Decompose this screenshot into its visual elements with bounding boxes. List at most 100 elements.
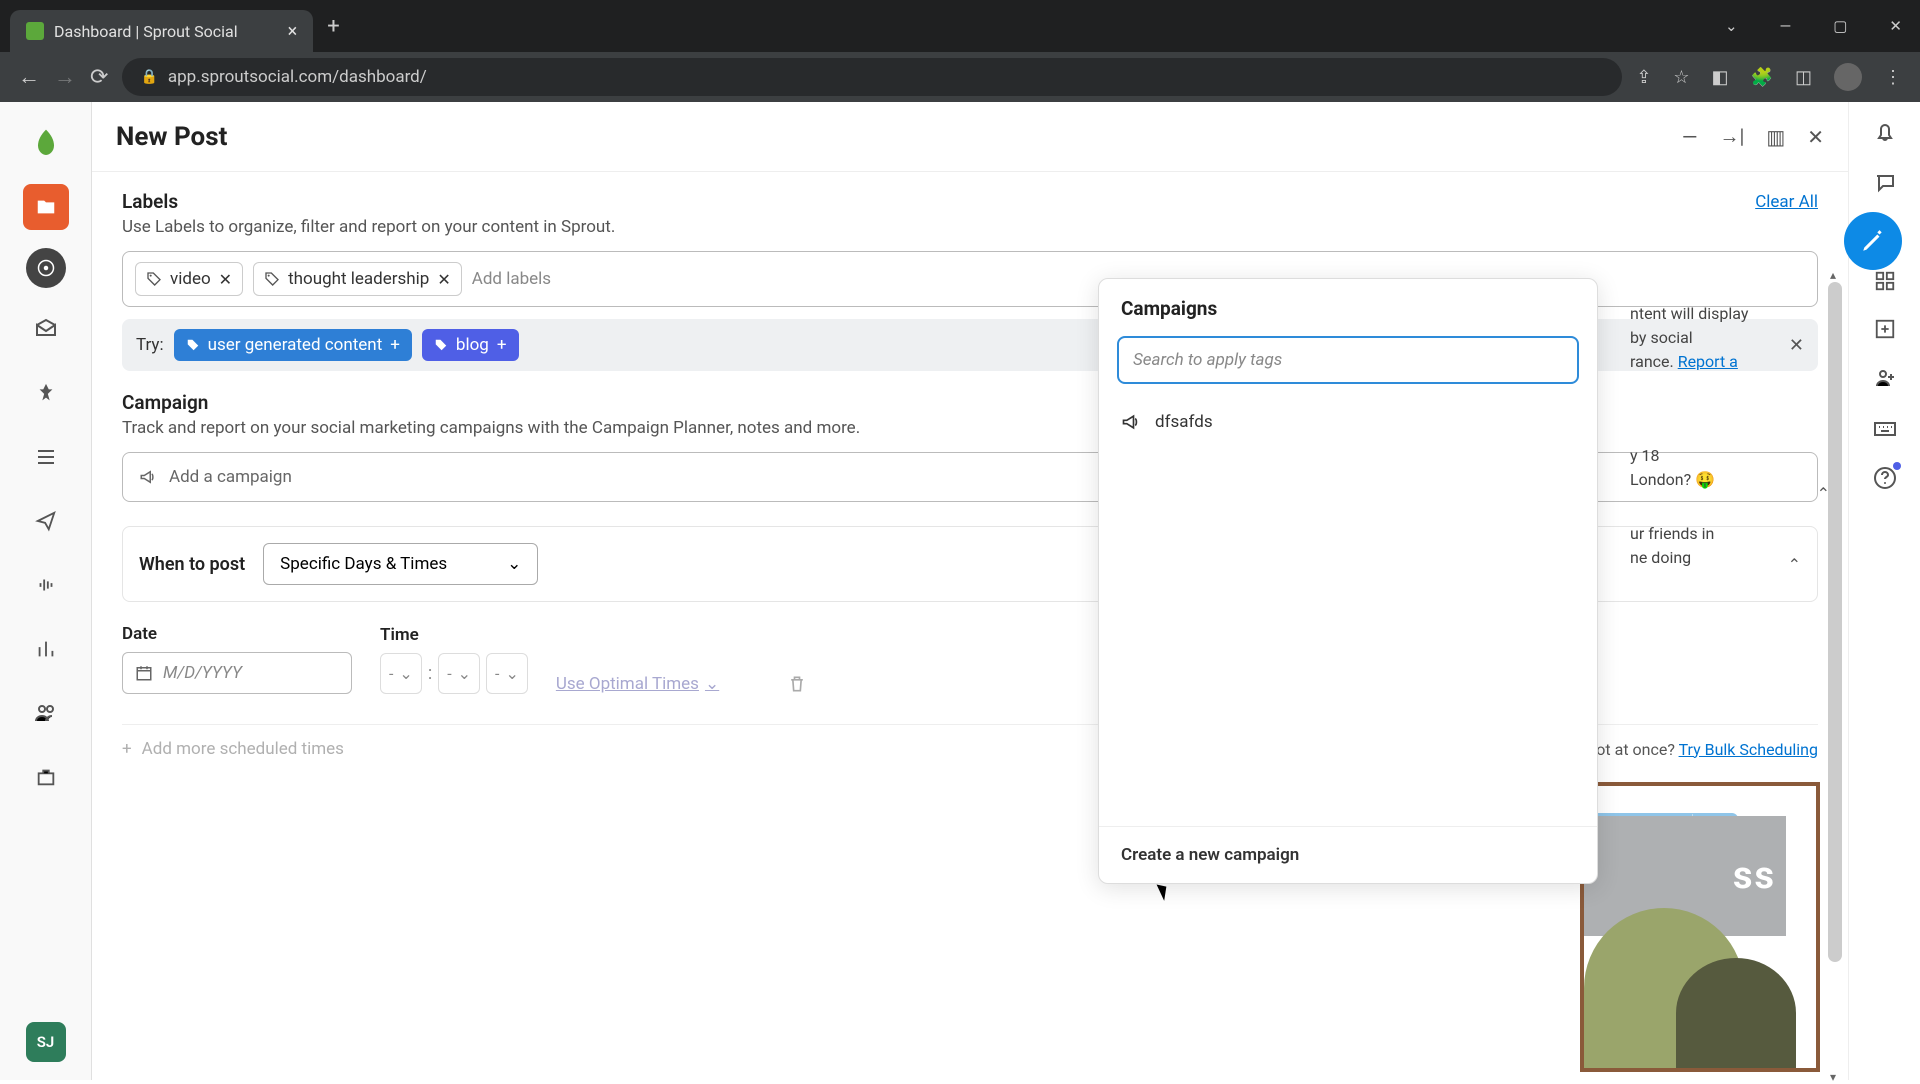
campaigns-popover: Campaigns Search to apply tags dfsafds C… — [1098, 278, 1598, 884]
nav-send-icon[interactable] — [23, 498, 69, 544]
help-icon[interactable] — [1873, 466, 1897, 490]
date-input[interactable]: M/D/YYYY — [122, 652, 352, 694]
sprout-logo[interactable] — [23, 120, 69, 166]
chevron-down-icon: ⌄ — [458, 664, 471, 683]
browser-tab-strip: Dashboard | Sprout Social × + ⌄ ― ▢ ✕ — [0, 0, 1920, 52]
address-bar: ← → ⟳ 🔒 app.sproutsocial.com/dashboard/ … — [0, 52, 1920, 102]
minimize-compose-icon[interactable]: — — [1682, 125, 1698, 149]
page-title: New Post — [116, 122, 227, 152]
minimize-icon[interactable]: ― — [1772, 13, 1800, 39]
chevron-down-icon: ⌄ — [399, 664, 412, 683]
scroll-thumb[interactable] — [1828, 282, 1842, 962]
remove-chip-icon[interactable]: ✕ — [437, 270, 450, 289]
time-ampm-select[interactable]: - ⌄ — [486, 653, 528, 694]
chrome-menu-icon[interactable]: ⋮ — [1884, 67, 1902, 88]
nav-audio-icon[interactable] — [23, 562, 69, 608]
new-tab-button[interactable]: + — [327, 14, 339, 39]
create-campaign-button[interactable]: Create a new campaign — [1099, 826, 1597, 883]
megaphone-icon — [1121, 412, 1141, 432]
add-people-icon[interactable] — [1873, 366, 1897, 390]
compose-header: New Post — →| ▥ ✕ — [92, 102, 1848, 172]
tag-icon — [146, 271, 162, 287]
user-badge[interactable]: SJ — [26, 1022, 66, 1062]
extension-icon[interactable]: ◧ — [1712, 67, 1729, 88]
tabs-dropdown-icon[interactable]: ⌄ — [1717, 13, 1746, 39]
reply-icon[interactable] — [1873, 170, 1897, 194]
scroll-up-icon[interactable]: ▴ — [1830, 268, 1836, 282]
add-panel-icon[interactable] — [1874, 318, 1896, 340]
label-chip: thought leadership ✕ — [253, 262, 462, 296]
clear-all-link[interactable]: Clear All — [1755, 192, 1818, 212]
tab-title: Dashboard | Sprout Social — [54, 22, 238, 41]
popover-title: Campaigns — [1099, 279, 1597, 332]
label-chip: video ✕ — [135, 262, 243, 296]
optimal-times-link[interactable]: Use Optimal Times ⌄ — [556, 674, 719, 694]
profile-avatar[interactable] — [1834, 63, 1862, 91]
sidepanel-icon[interactable]: ◫ — [1795, 67, 1812, 88]
url-input[interactable]: 🔒 app.sproutsocial.com/dashboard/ — [122, 58, 1622, 96]
time-label: Time — [380, 625, 528, 645]
close-tab-icon[interactable]: × — [288, 21, 298, 42]
preview-text-fragment: ntent will display by social rance. Repo… — [1630, 302, 1830, 570]
extensions-menu-icon[interactable]: 🧩 — [1751, 67, 1773, 88]
compose-fab[interactable] — [1844, 212, 1902, 270]
add-suggestion-icon: + — [390, 335, 400, 355]
delete-time-icon[interactable] — [787, 674, 807, 694]
time-hour-select[interactable]: - ⌄ — [380, 653, 422, 694]
nav-reports-icon[interactable] — [23, 626, 69, 672]
add-more-times-button[interactable]: + Add more scheduled times — [122, 739, 344, 759]
suggestion-chip[interactable]: blog + — [422, 329, 519, 361]
notification-dot — [1893, 462, 1901, 470]
share-icon[interactable]: ⇪ — [1636, 67, 1651, 88]
labels-title: Labels — [122, 190, 178, 213]
preview-image: ss — [1580, 782, 1820, 1072]
suggestion-chip[interactable]: user generated content + — [174, 329, 412, 361]
left-nav-rail: SJ — [0, 102, 92, 1080]
notifications-icon[interactable] — [1873, 120, 1897, 144]
chevron-down-icon: ⌄ — [705, 674, 719, 694]
add-labels-placeholder[interactable]: Add labels — [472, 269, 551, 289]
back-button[interactable]: ← — [18, 64, 40, 90]
megaphone-icon — [139, 468, 157, 486]
nav-pin-icon[interactable] — [23, 370, 69, 416]
nav-folder-icon[interactable] — [23, 184, 69, 230]
grid-icon[interactable] — [1874, 270, 1896, 292]
reload-button[interactable]: ⟳ — [90, 65, 108, 90]
browser-tab[interactable]: Dashboard | Sprout Social × — [10, 10, 313, 52]
forward-button[interactable]: → — [54, 64, 76, 90]
nav-inbox-icon[interactable] — [23, 306, 69, 352]
scrollbar[interactable]: ▴ ▾ — [1828, 282, 1844, 1070]
nav-list-icon[interactable] — [23, 434, 69, 480]
date-label: Date — [122, 624, 352, 644]
nav-case-icon[interactable] — [23, 754, 69, 800]
url-text: app.sproutsocial.com/dashboard/ — [168, 67, 427, 87]
bulk-scheduling-link[interactable]: Try Bulk Scheduling — [1679, 740, 1818, 759]
lock-icon: 🔒 — [140, 69, 157, 85]
try-label: Try: — [136, 335, 164, 355]
dock-right-icon[interactable]: →| — [1719, 124, 1744, 149]
scroll-down-icon[interactable]: ▾ — [1830, 1070, 1836, 1084]
campaign-option[interactable]: dfsafds — [1099, 398, 1597, 446]
when-mode-select[interactable]: Specific Days & Times ⌄ — [263, 543, 538, 585]
panels-icon[interactable]: ▥ — [1766, 125, 1785, 149]
remove-chip-icon[interactable]: ✕ — [219, 270, 232, 289]
nav-people-icon[interactable] — [23, 690, 69, 736]
campaign-search-input[interactable]: Search to apply tags — [1117, 336, 1579, 384]
bookmark-icon[interactable]: ☆ — [1673, 67, 1689, 88]
tag-icon — [186, 338, 200, 352]
report-link[interactable]: Report a — [1678, 352, 1738, 371]
chevron-down-icon: ⌄ — [507, 554, 521, 574]
close-compose-icon[interactable]: ✕ — [1807, 125, 1824, 149]
campaign-placeholder: Add a campaign — [169, 467, 292, 487]
tag-icon — [264, 271, 280, 287]
maximize-icon[interactable]: ▢ — [1825, 13, 1855, 39]
keyboard-icon[interactable] — [1873, 416, 1897, 440]
time-minute-select[interactable]: - ⌄ — [438, 653, 480, 694]
cursor — [1160, 882, 1180, 908]
collapse-preview-icon[interactable]: ⌃ — [1817, 482, 1830, 506]
calendar-icon — [135, 664, 153, 682]
close-window-icon[interactable]: ✕ — [1881, 13, 1910, 39]
nav-compass-icon[interactable] — [26, 248, 66, 288]
sprout-favicon — [26, 22, 44, 40]
window-controls: ⌄ ― ▢ ✕ — [1717, 13, 1910, 39]
